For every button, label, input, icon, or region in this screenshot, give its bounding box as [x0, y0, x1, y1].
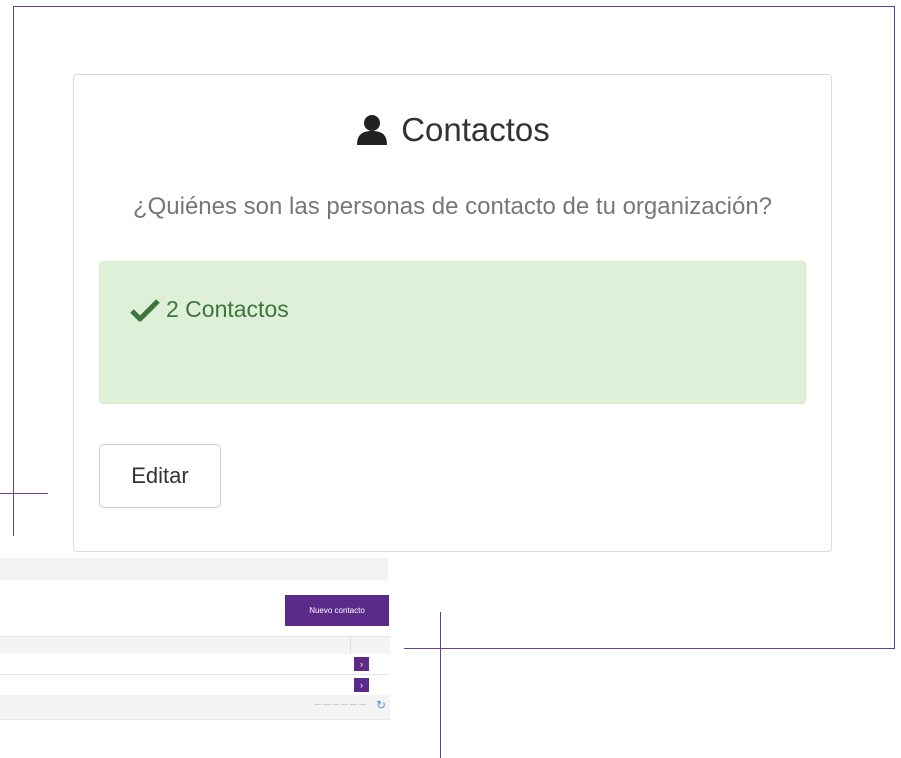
frame-line-left [13, 6, 14, 536]
frame-line-bottom [404, 648, 895, 649]
frame-line-top [13, 6, 894, 7]
table-row: › [0, 675, 390, 696]
table-toolbar [0, 558, 388, 580]
alert-content: 2 Contactos [130, 296, 289, 323]
user-icon [357, 115, 388, 145]
edit-button[interactable]: Editar [99, 444, 221, 508]
background-contacts-table: Nuevo contacto › › — — — — — — ↻ [0, 538, 390, 738]
refresh-icon[interactable]: ↻ [376, 698, 386, 712]
table-header [0, 636, 390, 655]
frame-line-right [894, 6, 895, 649]
chevron-right-icon[interactable]: › [354, 678, 369, 692]
check-icon [130, 298, 160, 321]
table-footer: — — — — — — ↻ [0, 695, 390, 720]
pagination-text: — — — — — — [314, 701, 366, 708]
alert-text: 2 Contactos [166, 296, 289, 322]
contacts-card: Contactos ¿Quiénes son las personas de c… [73, 74, 832, 552]
header-divider [350, 637, 351, 654]
card-title: Contactos [74, 110, 831, 150]
contacts-question: ¿Quiénes son las personas de contacto de… [132, 193, 773, 220]
table-row: › [0, 654, 390, 675]
card-title-text: Contactos [401, 111, 550, 148]
chevron-right-icon[interactable]: › [354, 657, 369, 671]
new-contact-button[interactable]: Nuevo contacto [285, 595, 389, 626]
frame-line-vertical-bottom [440, 612, 441, 758]
frame-line-stub [0, 493, 48, 494]
contacts-status-alert: 2 Contactos [99, 261, 806, 404]
